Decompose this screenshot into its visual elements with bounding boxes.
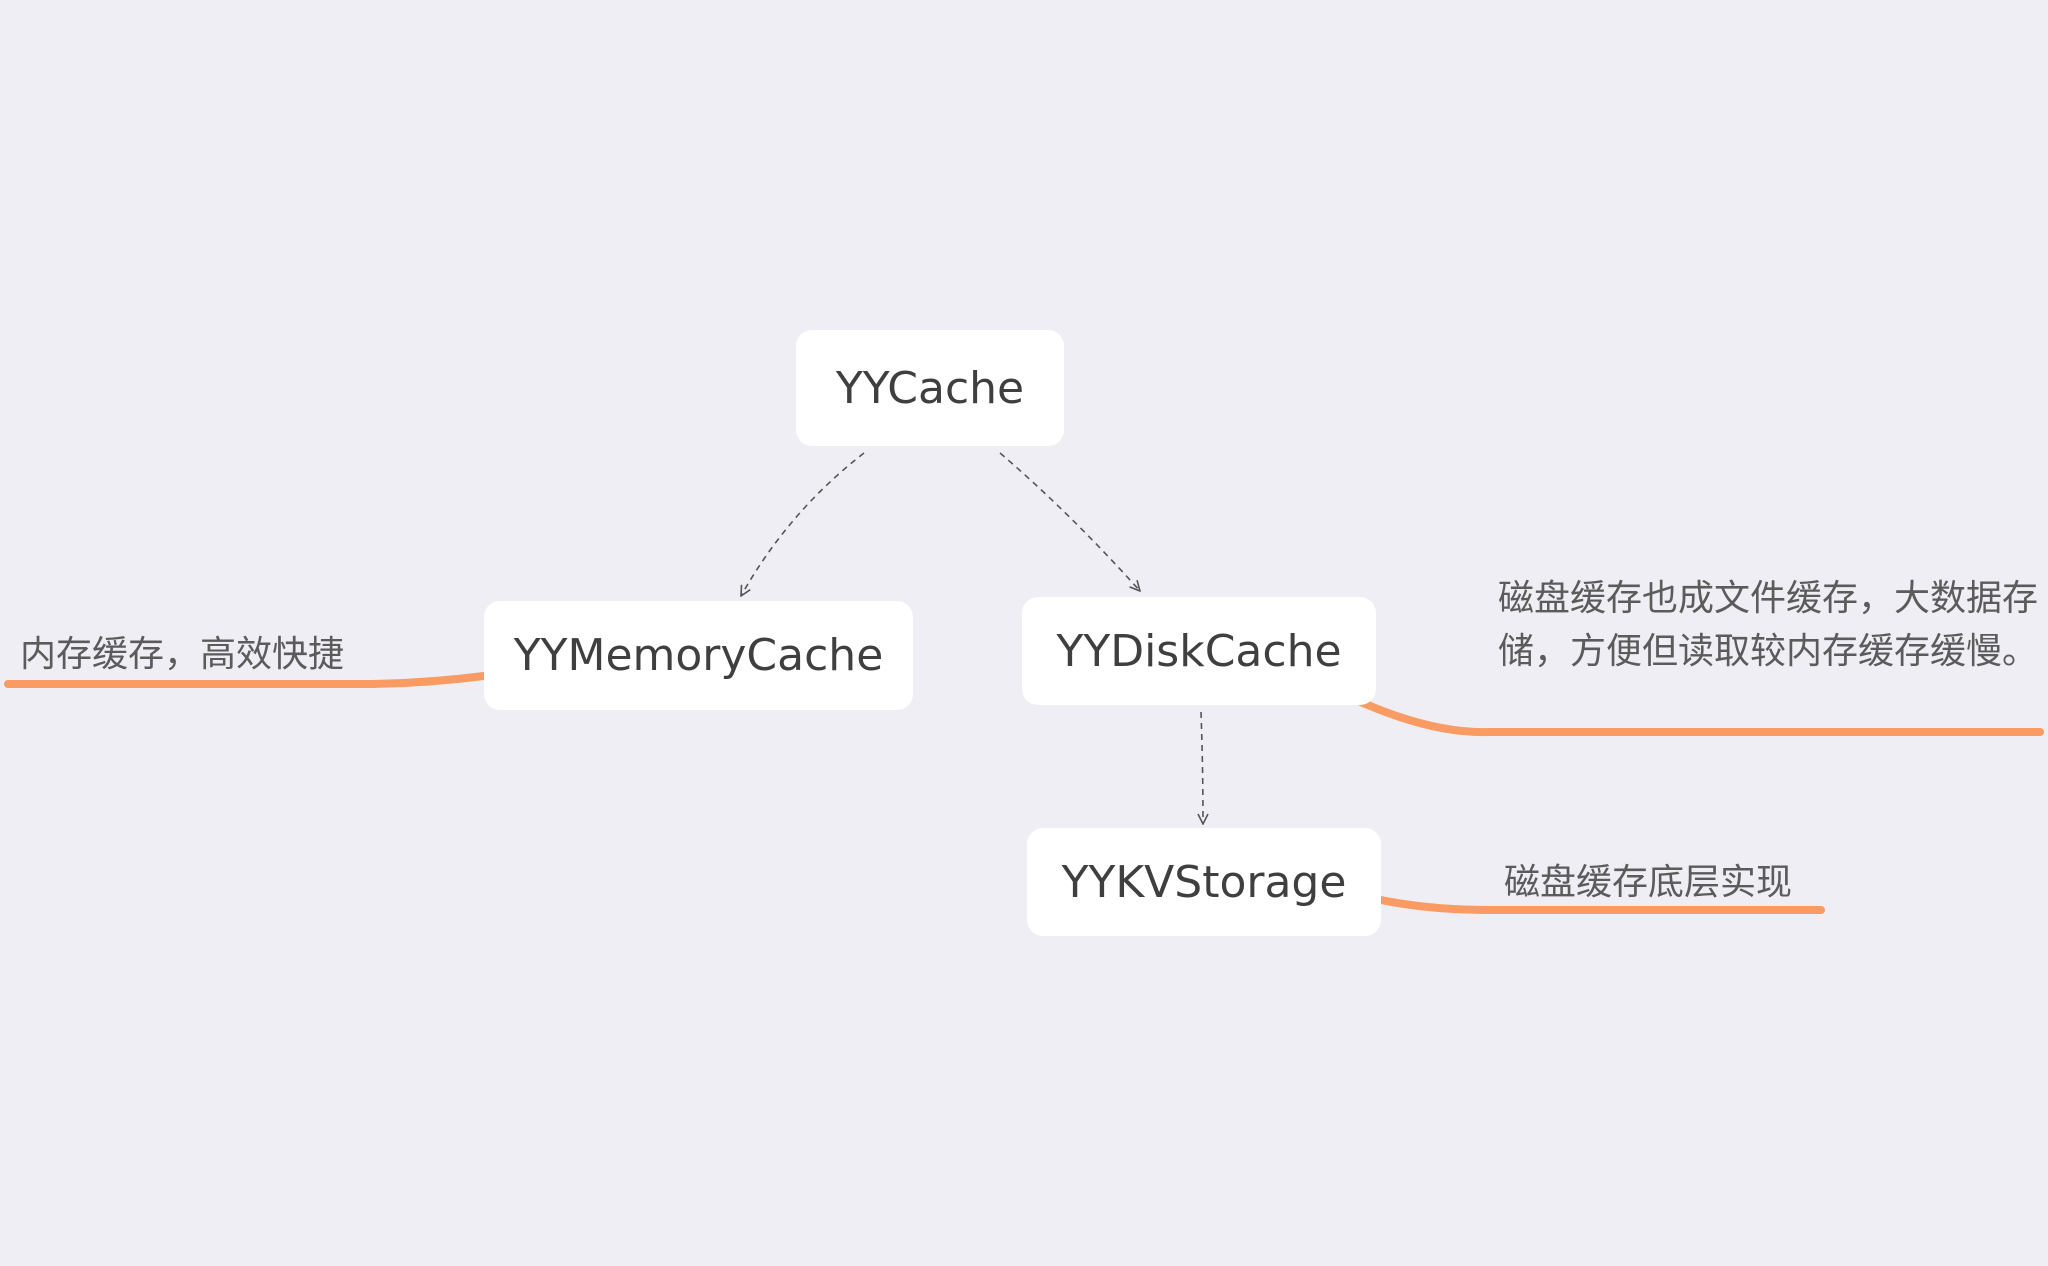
note-disk-cache: 磁盘缓存也成文件缓存，大数据存储，方便但读取较内存缓存缓慢。 xyxy=(1498,578,2039,672)
note-kv-storage: 磁盘缓存底层实现 xyxy=(1504,862,1793,903)
note-line-disk xyxy=(1348,694,2044,737)
node-yycache[interactable]: YYCache xyxy=(796,330,1064,446)
node-yydiskcache[interactable]: YYDiskCache xyxy=(1022,597,1376,705)
edge-yycache-to-yydiskcache xyxy=(999,452,1140,591)
edge-yydiskcache-to-yykvstorage xyxy=(1201,711,1203,824)
note-memory-cache: 内存缓存，高效快捷 xyxy=(20,634,345,675)
node-yymemorycache[interactable]: YYMemoryCache xyxy=(484,601,913,710)
node-yykvstorage[interactable]: YYKVStorage xyxy=(1027,828,1381,936)
edge-yycache-to-yymemorycache xyxy=(741,452,865,596)
